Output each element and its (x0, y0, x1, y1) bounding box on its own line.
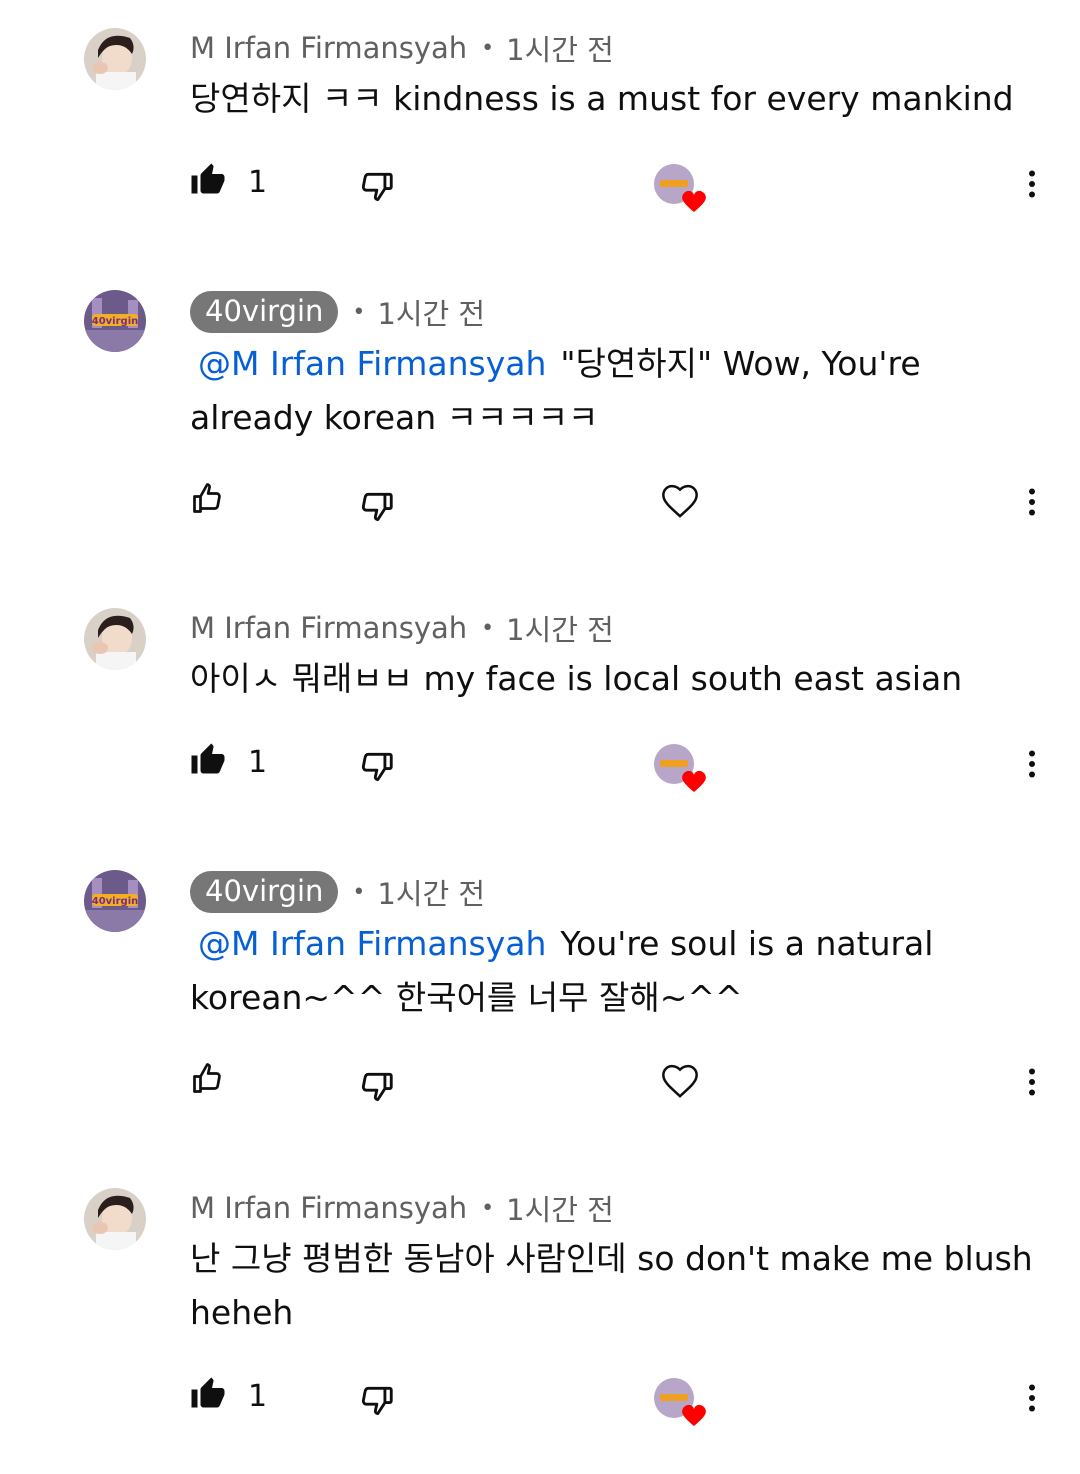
author-name[interactable]: M Irfan Firmansyah (190, 31, 467, 65)
creator-heart-badge[interactable] (652, 740, 712, 796)
mention-link[interactable]: @M Irfan Firmansyah (198, 924, 546, 963)
thumbs-up-filled-icon (190, 742, 226, 782)
thumbs-down-icon (358, 1068, 396, 1110)
author-name[interactable]: M Irfan Firmansyah (190, 1191, 467, 1225)
heart-button[interactable] (660, 1062, 700, 1106)
comment-body: 당연하지 ㅋㅋ kindness is a must for every man… (190, 79, 1014, 118)
thumbs-down-icon (358, 748, 396, 790)
comment-actions (0, 472, 1080, 532)
like-count: 1 (248, 164, 268, 200)
comment-text: @M Irfan Firmansyah You're soul is a natu… (190, 917, 1040, 1025)
avatar[interactable] (84, 28, 146, 90)
mention-link[interactable]: @M Irfan Firmansyah (198, 344, 546, 383)
author-name[interactable]: 40virgin (190, 291, 339, 333)
more-options-button[interactable] (1014, 1380, 1050, 1420)
heart-outline-icon (660, 1062, 700, 1106)
heart-button[interactable] (660, 482, 700, 526)
like-button[interactable]: 1 (190, 162, 267, 202)
timestamp[interactable]: 1시간 전 (506, 1187, 614, 1229)
more-options-button[interactable] (1014, 166, 1050, 206)
comment-body: 아이ㅅ 뭐래ㅂㅂ my face is local south east asi… (190, 659, 963, 698)
timestamp[interactable]: 1시간 전 (506, 607, 614, 649)
meta-separator: • (352, 299, 366, 325)
more-options-button[interactable] (1014, 746, 1050, 786)
dislike-button[interactable] (358, 488, 396, 530)
dislike-button[interactable] (358, 1068, 396, 1110)
author-name[interactable]: 40virgin (190, 871, 339, 913)
thumbs-down-icon (358, 488, 396, 530)
dislike-button[interactable] (358, 1382, 396, 1424)
like-button[interactable]: 1 (190, 742, 267, 782)
creator-heart-badge[interactable] (652, 160, 712, 216)
comment-actions: 1 (0, 154, 1080, 214)
thumbs-up-icon (190, 1060, 226, 1100)
meta-separator: • (481, 35, 495, 61)
thumbs-up-filled-icon (190, 162, 226, 202)
like-count: 1 (248, 744, 268, 780)
thumbs-up-filled-icon (190, 1376, 226, 1416)
like-button[interactable] (190, 1060, 226, 1100)
more-vert-icon (1014, 166, 1050, 206)
more-options-button[interactable] (1014, 484, 1050, 524)
svg-text:40virgin: 40virgin (92, 316, 139, 327)
more-vert-icon (1014, 746, 1050, 786)
meta-separator: • (481, 1195, 495, 1221)
svg-text:40virgin: 40virgin (92, 896, 139, 907)
heart-outline-icon (660, 482, 700, 526)
more-vert-icon (1014, 1380, 1050, 1420)
avatar[interactable] (84, 608, 146, 670)
comment-actions: 1 (0, 1368, 1080, 1428)
comment-text: 난 그냥 평범한 동남아 사람인데 so don't make me blush… (190, 1232, 1040, 1340)
dislike-button[interactable] (358, 168, 396, 210)
meta-separator: • (352, 879, 366, 905)
like-button[interactable] (190, 480, 226, 520)
author-name[interactable]: M Irfan Firmansyah (190, 611, 467, 645)
timestamp[interactable]: 1시간 전 (377, 291, 485, 333)
comment-actions (0, 1052, 1080, 1112)
more-options-button[interactable] (1014, 1064, 1050, 1104)
more-vert-icon (1014, 484, 1050, 524)
avatar[interactable]: 40virgin (84, 290, 146, 352)
comment-actions: 1 (0, 734, 1080, 794)
comment-text: @M Irfan Firmansyah "당연하지" Wow, You're al… (190, 337, 1040, 445)
comment-body: 난 그냥 평범한 동남아 사람인데 so don't make me blush… (190, 1239, 1033, 1332)
more-vert-icon (1014, 1064, 1050, 1104)
thumbs-up-icon (190, 480, 226, 520)
like-button[interactable]: 1 (190, 1376, 267, 1416)
thumbs-down-icon (358, 168, 396, 210)
like-count: 1 (248, 1378, 268, 1414)
meta-separator: • (481, 615, 495, 641)
dislike-button[interactable] (358, 748, 396, 790)
avatar[interactable]: 40virgin (84, 870, 146, 932)
avatar[interactable] (84, 1188, 146, 1250)
timestamp[interactable]: 1시간 전 (506, 27, 614, 69)
comment-text: 당연하지 ㅋㅋ kindness is a must for every man… (190, 72, 1040, 126)
comment-text: 아이ㅅ 뭐래ㅂㅂ my face is local south east asi… (190, 652, 1040, 706)
creator-heart-badge[interactable] (652, 1374, 712, 1430)
thumbs-down-icon (358, 1382, 396, 1424)
timestamp[interactable]: 1시간 전 (377, 871, 485, 913)
